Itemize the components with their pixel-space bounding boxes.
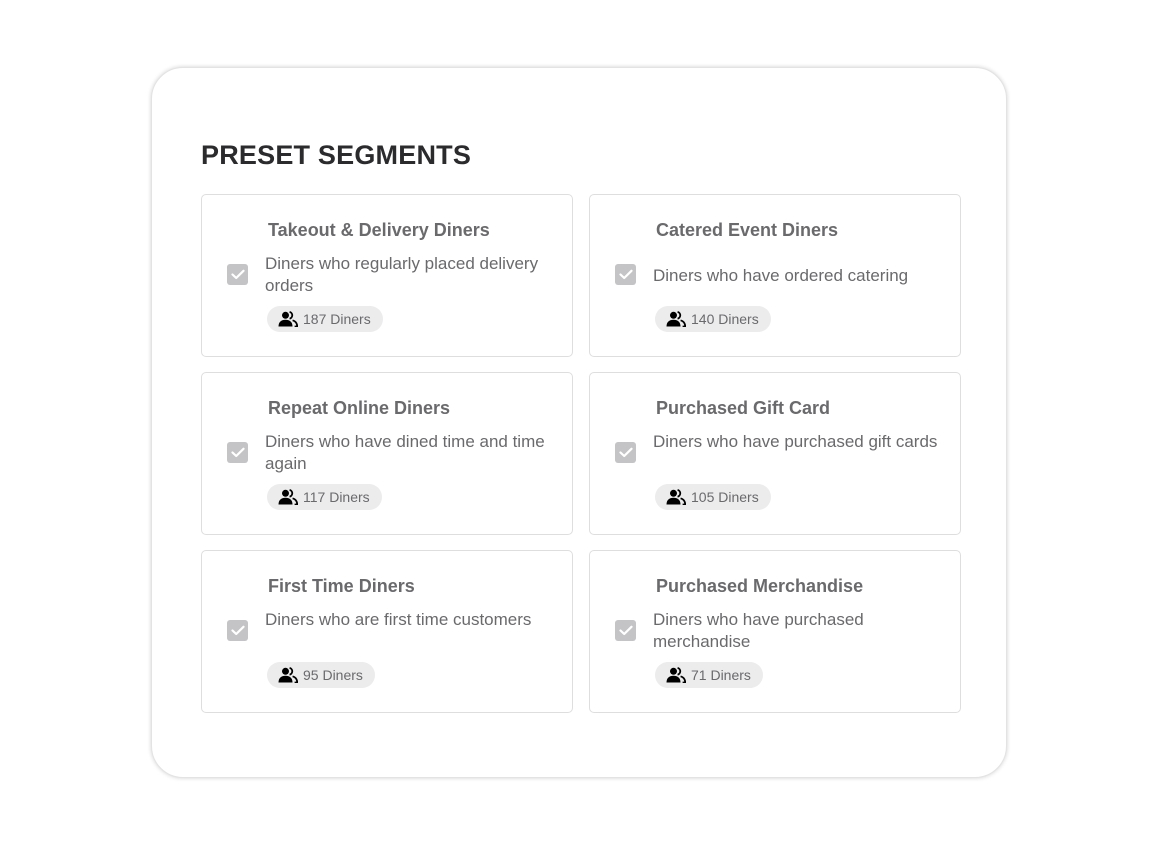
segment-title: Purchased Merchandise bbox=[656, 576, 864, 596]
diner-count-badge: 105 Diners bbox=[655, 484, 771, 510]
diner-count-label: 95 Diners bbox=[303, 667, 363, 683]
segment-card-first-time[interactable]: First Time Diners Diners who are first t… bbox=[201, 550, 573, 713]
segment-description: Diners who have dined time and time agai… bbox=[265, 432, 545, 473]
diner-count-badge: 95 Diners bbox=[267, 662, 375, 688]
segments-grid: Takeout & Delivery Diners Diners who reg… bbox=[201, 194, 961, 713]
users-icon bbox=[278, 667, 298, 683]
check-icon bbox=[618, 269, 633, 280]
segment-title: Catered Event Diners bbox=[656, 220, 839, 240]
segment-description: Diners who have purchased gift cards bbox=[653, 432, 938, 451]
diner-count-badge: 117 Diners bbox=[267, 484, 382, 510]
segment-card-merchandise[interactable]: Purchased Merchandise Diners who have pu… bbox=[589, 550, 961, 713]
check-icon bbox=[230, 447, 245, 458]
diner-count-label: 71 Diners bbox=[691, 667, 751, 683]
check-icon bbox=[618, 625, 633, 636]
segment-description: Diners who are first time customers bbox=[265, 610, 532, 629]
check-icon bbox=[230, 625, 245, 636]
segment-card-catered-event[interactable]: Catered Event Diners Diners who have ord… bbox=[589, 194, 961, 357]
segment-title: First Time Diners bbox=[268, 576, 415, 596]
segment-description: Diners who have ordered catering bbox=[653, 266, 909, 285]
diner-count-label: 140 Diners bbox=[691, 311, 759, 327]
diner-count-label: 117 Diners bbox=[303, 489, 370, 505]
segment-checkbox[interactable] bbox=[615, 620, 636, 641]
page-title: PRESET SEGMENTS bbox=[201, 140, 472, 170]
users-icon bbox=[666, 311, 686, 327]
segment-title: Repeat Online Diners bbox=[268, 398, 451, 418]
preset-segments-panel: PRESET SEGMENTS Takeout & Delivery Diner… bbox=[151, 67, 1007, 778]
segment-checkbox[interactable] bbox=[615, 264, 636, 285]
diner-count-label: 105 Diners bbox=[691, 489, 759, 505]
diner-count-badge: 71 Diners bbox=[655, 662, 763, 688]
segment-description: Diners who regularly placed delivery ord… bbox=[265, 254, 539, 295]
check-icon bbox=[230, 269, 245, 280]
segment-checkbox[interactable] bbox=[227, 620, 248, 641]
diner-count-label: 187 Diners bbox=[303, 311, 371, 327]
segment-checkbox[interactable] bbox=[615, 442, 636, 463]
check-icon bbox=[618, 447, 633, 458]
segment-title: Purchased Gift Card bbox=[656, 398, 831, 418]
users-icon bbox=[666, 489, 686, 505]
segment-checkbox[interactable] bbox=[227, 264, 248, 285]
users-icon bbox=[278, 311, 298, 327]
segment-card-gift-card[interactable]: Purchased Gift Card Diners who have purc… bbox=[589, 372, 961, 535]
segment-card-repeat-online[interactable]: Repeat Online Diners Diners who have din… bbox=[201, 372, 573, 535]
segment-description: Diners who have purchased merchandise bbox=[653, 610, 864, 651]
segment-card-takeout-delivery[interactable]: Takeout & Delivery Diners Diners who reg… bbox=[201, 194, 573, 357]
users-icon bbox=[666, 667, 686, 683]
users-icon bbox=[278, 489, 298, 505]
diner-count-badge: 187 Diners bbox=[267, 306, 383, 332]
segment-title: Takeout & Delivery Diners bbox=[268, 220, 490, 240]
segment-checkbox[interactable] bbox=[227, 442, 248, 463]
diner-count-badge: 140 Diners bbox=[655, 306, 771, 332]
